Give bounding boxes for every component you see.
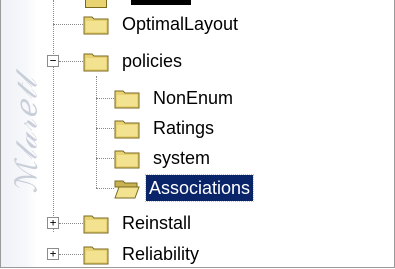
tree-line [96, 188, 114, 189]
tree-line [59, 61, 83, 62]
tree-view[interactable]: ℳ𝓁𝒶𝓇ℯ𝓉𝓁 − + + OptimalLayout policies Non… [0, 0, 395, 268]
folder-icon [114, 90, 140, 109]
tree-item-nonenum[interactable]: NonEnum [114, 84, 236, 112]
tree-item-label: policies [122, 51, 183, 71]
expand-toggle-reinstall[interactable]: + [47, 217, 59, 229]
tree-item-system[interactable]: system [114, 144, 213, 172]
folder-icon [114, 150, 140, 169]
tree-item-optimallayout[interactable]: OptimalLayout [83, 10, 241, 38]
open-folder-icon [114, 180, 140, 199]
tree-line [96, 158, 114, 159]
tree-item-label: Associations [144, 174, 255, 202]
collapse-toggle-policies[interactable]: − [47, 55, 59, 67]
cut-off-label [131, 0, 191, 5]
tree-item-reinstall[interactable]: Reinstall [83, 209, 194, 237]
folder-icon [83, 16, 109, 35]
tree-line [96, 76, 97, 188]
tree-line [96, 128, 114, 129]
tree-item-label: Reinstall [122, 213, 192, 233]
tree-item-label: OptimalLayout [122, 14, 239, 34]
folder-icon [83, 215, 109, 234]
tree-line [96, 98, 114, 99]
tree-item-label: Ratings [153, 118, 215, 138]
tree-item-reliability[interactable]: Reliability [83, 240, 202, 267]
tree-line [53, 0, 54, 232]
folder-icon [83, 53, 109, 72]
tree-item-label: Reliability [122, 244, 200, 264]
folder-icon [83, 246, 109, 265]
folder-icon [85, 0, 107, 8]
folder-icon [114, 120, 140, 139]
tree: − + + OptimalLayout policies NonEnum Rat… [1, 0, 394, 267]
tree-item-ratings[interactable]: Ratings [114, 114, 217, 142]
tree-item-label: system [153, 148, 211, 168]
tree-line [59, 223, 83, 224]
expand-toggle-reliability[interactable]: + [47, 248, 59, 260]
tree-line [53, 24, 83, 25]
tree-item-associations[interactable]: Associations [114, 174, 255, 202]
tree-item-policies[interactable]: policies [83, 47, 185, 75]
tree-line [59, 254, 83, 255]
tree-item-label: NonEnum [153, 88, 234, 108]
